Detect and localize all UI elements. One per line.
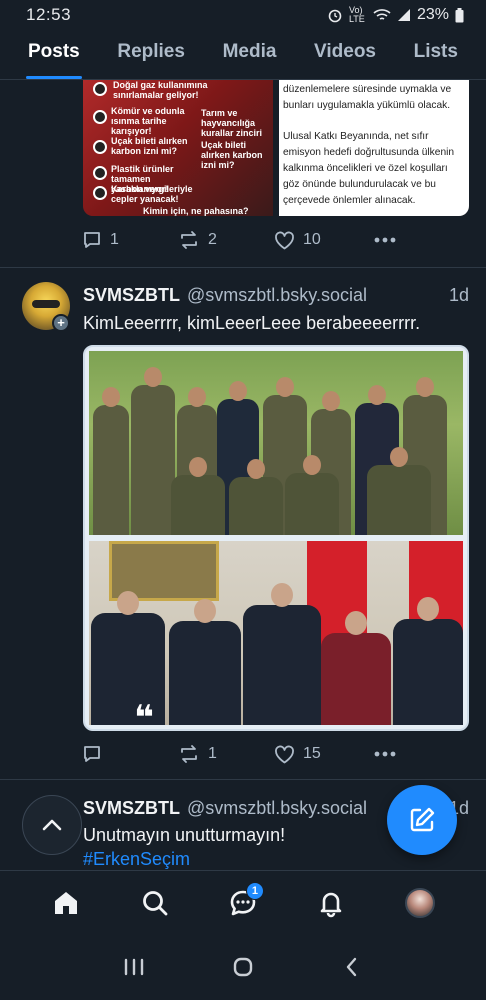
search-icon <box>142 890 167 915</box>
person-figure <box>93 387 129 535</box>
more-button[interactable] <box>374 237 396 243</box>
tab-lists[interactable]: Lists <box>414 30 458 79</box>
status-time: 12:53 <box>26 5 72 24</box>
more-button[interactable] <box>374 751 396 757</box>
nav-profile[interactable] <box>395 878 445 928</box>
person-figure <box>321 611 391 725</box>
person-figure <box>171 457 225 535</box>
image-text: Uçak bileti alırken karbon izni mi? <box>111 136 188 156</box>
group-photo-top <box>89 351 463 535</box>
repost-count: 1 <box>208 745 217 762</box>
more-icon <box>374 751 396 757</box>
hashtag-link[interactable]: #ErkenSeçim <box>83 849 190 870</box>
post-image-left[interactable]: Doğal gaz kullanımına sınırlamalar geliy… <box>83 80 273 216</box>
status-icons: Vo) LTE 23% <box>327 6 464 24</box>
post-actions: 1 15 <box>82 744 402 764</box>
person-figure <box>229 459 283 535</box>
person-figure <box>367 447 431 535</box>
profile-avatar <box>404 887 435 918</box>
post-time[interactable]: 1d <box>449 285 469 306</box>
home-circle-icon[interactable] <box>232 956 254 978</box>
repost-icon <box>181 745 197 763</box>
ban-icon <box>93 186 107 200</box>
chat-badge: 1 <box>245 881 264 900</box>
image-text: Uçak bileti alırken karbon izni mi? <box>201 140 263 170</box>
author-handle[interactable]: @svmszbtl.bsky.social <box>187 285 449 306</box>
battery-icon <box>455 7 464 22</box>
post-text: KimLeeerrrr, kimLeeerLeee berabeeeerrrr. <box>83 313 421 333</box>
battery-label: 23% <box>416 6 449 23</box>
post-image-right[interactable]: düzenlemelere süresinde uymakla ve bunla… <box>279 80 469 216</box>
repost-button[interactable]: 2 <box>178 230 274 250</box>
more-icon <box>374 237 396 243</box>
ban-icon <box>93 140 107 154</box>
like-count: 10 <box>303 231 321 248</box>
repost-button[interactable]: 1 <box>178 744 274 764</box>
signal-icon <box>397 9 410 21</box>
tab-media[interactable]: Media <box>223 30 277 79</box>
image-paragraph: Ulusal Katkı Beyanında, net sıfır emisyo… <box>283 131 455 206</box>
image-text: Tarım ve hayvancılığa kurallar zinciri <box>201 108 263 138</box>
tab-videos[interactable]: Videos <box>314 30 376 79</box>
wifi-icon <box>373 9 391 20</box>
quote-mark: ❝ <box>134 699 154 737</box>
person-figure <box>393 597 463 725</box>
reply-icon <box>84 746 100 762</box>
nav-chat[interactable]: 1 <box>218 878 268 928</box>
heart-icon <box>275 231 294 249</box>
ban-icon <box>93 166 107 180</box>
post-header: SVMSZBTL @svmszbtl.bsky.social 1d <box>83 285 469 306</box>
scroll-to-top-button[interactable] <box>22 795 82 855</box>
person-figure <box>131 367 175 535</box>
ban-icon <box>93 82 107 96</box>
back-icon[interactable] <box>341 956 363 978</box>
like-button[interactable]: 15 <box>274 745 374 764</box>
post-actions: 1 2 10 <box>82 230 402 250</box>
repost-icon <box>181 231 197 249</box>
reply-button[interactable]: 1 <box>82 230 178 250</box>
compose-button[interactable] <box>387 785 457 855</box>
feed-post[interactable]: + SVMSZBTL @svmszbtl.bsky.social 1d KimL… <box>0 268 486 780</box>
profile-tabs: Posts Replies Media Videos Lists <box>0 30 486 80</box>
reply-icon <box>84 232 100 248</box>
nav-notifications[interactable] <box>306 878 356 928</box>
image-text: Karbon vergileriyle cepler yanacak! <box>111 184 193 204</box>
recent-apps-icon[interactable] <box>123 957 145 977</box>
system-navigation <box>0 934 486 1000</box>
feed-post[interactable]: Doğal gaz kullanımına sınırlamalar geliy… <box>0 80 486 268</box>
image-text: Doğal gaz kullanımına sınırlamalar geliy… <box>113 80 208 100</box>
person-figure <box>169 599 241 725</box>
compose-icon <box>410 807 435 832</box>
like-count: 15 <box>303 745 321 762</box>
bottom-navigation: 1 <box>0 870 486 934</box>
image-text: Kömür ve odunla ısınma tarihe karışıyor! <box>111 106 185 136</box>
ban-icon <box>93 110 107 124</box>
tab-posts[interactable]: Posts <box>26 30 82 79</box>
author-name[interactable]: SVMSZBTL <box>83 798 180 819</box>
home-icon <box>55 891 78 914</box>
person-figure <box>243 583 321 725</box>
repost-count: 2 <box>208 231 217 248</box>
network-label: Vo) LTE <box>348 5 365 24</box>
follow-plus-icon[interactable]: + <box>52 314 70 332</box>
author-name[interactable]: SVMSZBTL <box>83 285 180 306</box>
like-button[interactable]: 10 <box>274 231 374 250</box>
person-figure <box>285 455 339 535</box>
heart-icon <box>275 745 294 763</box>
nav-search[interactable] <box>130 878 180 928</box>
nav-home[interactable] <box>41 878 91 928</box>
post-image[interactable] <box>83 345 469 731</box>
post-text: Unutmayın unutturmayın! <box>83 825 286 845</box>
image-paragraph: düzenlemelere süresinde uymakla ve bunla… <box>283 84 452 111</box>
alarm-icon <box>328 9 342 23</box>
tab-replies[interactable]: Replies <box>117 30 185 79</box>
reply-button[interactable] <box>82 744 178 764</box>
reply-count: 1 <box>110 231 119 248</box>
image-text: Kimin için, ne pahasına? <box>143 206 249 216</box>
chevron-up-icon <box>42 819 62 831</box>
status-bar: 12:53 Vo) LTE 23% <box>0 0 486 30</box>
group-photo-bottom <box>89 541 463 725</box>
bell-icon <box>321 892 342 917</box>
